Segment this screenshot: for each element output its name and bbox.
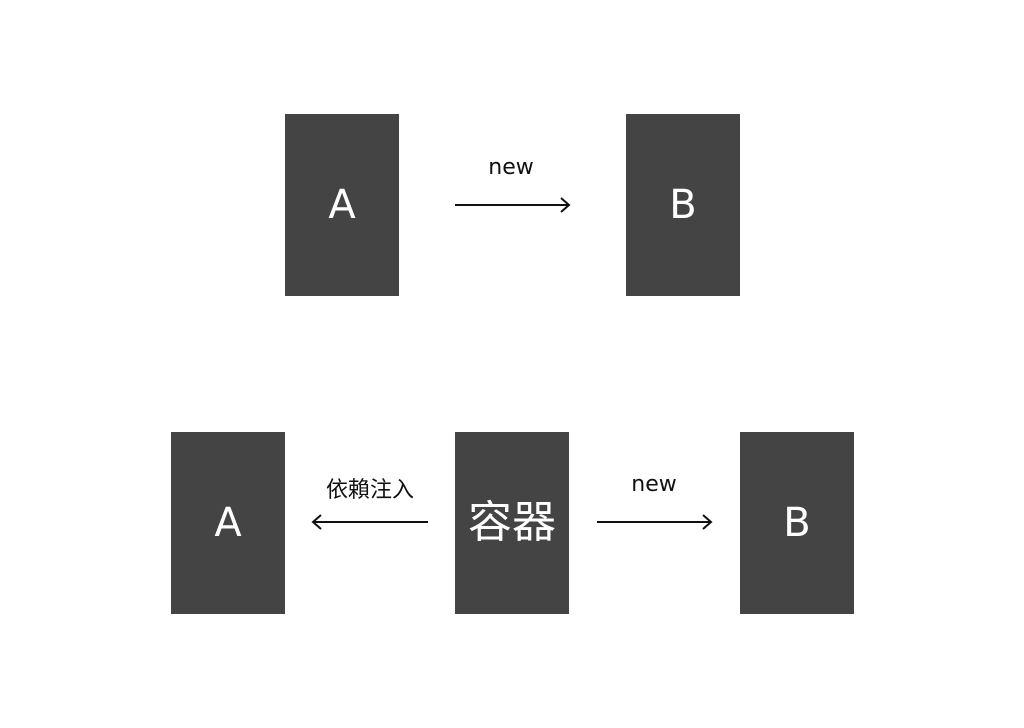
injection-arrow-label: 依賴注入 (325, 478, 415, 503)
top-arrow-right (455, 197, 571, 213)
top-box-b: B (626, 114, 740, 296)
top-arrow-label: new (488, 155, 534, 180)
injection-arrow-left (311, 514, 428, 530)
bottom-arrow-right (597, 514, 713, 530)
bottom-arrow-label: new (631, 472, 677, 497)
top-box-a: A (285, 114, 399, 296)
container-box: 容器 (455, 432, 569, 614)
bottom-box-b-label: B (783, 500, 811, 546)
bottom-box-b: B (740, 432, 854, 614)
bottom-box-a: A (171, 432, 285, 614)
bottom-box-a-label: A (214, 500, 242, 546)
top-box-a-label: A (328, 182, 356, 228)
top-box-b-label: B (669, 182, 697, 228)
container-box-label: 容器 (468, 497, 556, 548)
